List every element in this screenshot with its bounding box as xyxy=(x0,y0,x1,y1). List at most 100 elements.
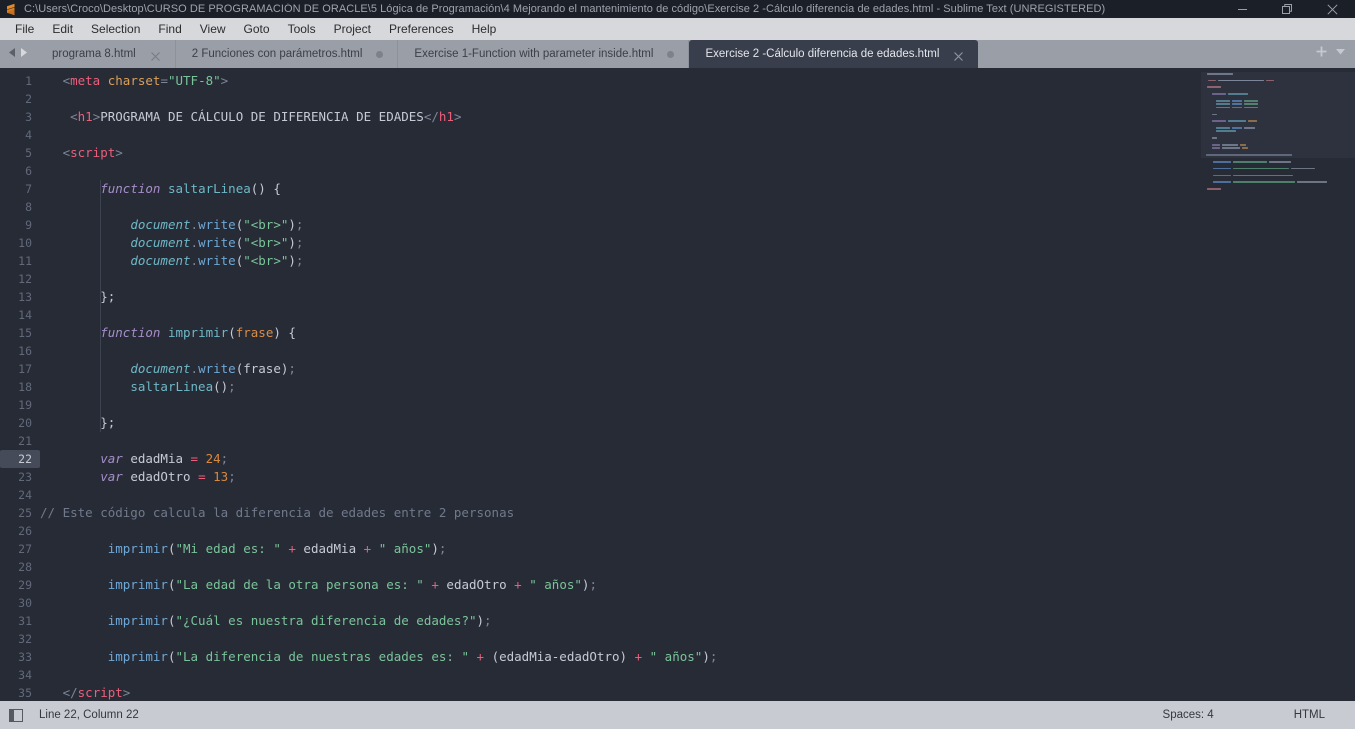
minimize-icon[interactable] xyxy=(1220,0,1265,18)
code-line[interactable]: <h1>PROGRAMA DE CÁLCULO DE DIFERENCIA DE… xyxy=(40,108,1200,126)
code-line[interactable]: var edadMia = 24; xyxy=(40,450,1200,468)
tab-0[interactable]: programa 8.html xyxy=(36,40,176,68)
line-number: 8 xyxy=(25,200,32,214)
code-line[interactable]: function saltarLinea() { xyxy=(40,180,1200,198)
menu-item-find[interactable]: Find xyxy=(149,19,190,39)
code-line[interactable]: imprimir("¿Cuál es nuestra diferencia de… xyxy=(40,612,1200,630)
minimap-token xyxy=(1206,86,1221,89)
cursor-position: Line 22, Column 22 xyxy=(39,709,139,721)
minimap-token xyxy=(1247,120,1257,122)
code-line[interactable] xyxy=(40,594,1200,612)
line-number: 15 xyxy=(18,326,32,340)
line-number: 16 xyxy=(18,344,32,358)
menu-item-project[interactable]: Project xyxy=(325,19,380,39)
minimap-token xyxy=(1216,130,1237,133)
code-line[interactable] xyxy=(40,522,1200,540)
arrow-left-icon[interactable] xyxy=(8,45,17,63)
tab-1[interactable]: 2 Funciones con parámetros.html xyxy=(175,40,399,68)
minimap-token xyxy=(1232,174,1293,177)
code-line[interactable]: document.write(frase); xyxy=(40,360,1200,378)
minimap-token xyxy=(1211,147,1220,150)
minimap-token xyxy=(1211,144,1220,146)
menu-item-tools[interactable]: Tools xyxy=(279,19,325,39)
code-line[interactable] xyxy=(40,558,1200,576)
code-line[interactable] xyxy=(40,630,1200,648)
syntax-mode[interactable]: HTML xyxy=(1294,709,1325,721)
close-icon[interactable] xyxy=(1310,0,1355,18)
code-line[interactable]: function imprimir(frase) { xyxy=(40,324,1200,342)
code-line[interactable] xyxy=(40,486,1200,504)
menu-item-preferences[interactable]: Preferences xyxy=(380,19,463,39)
code-line[interactable]: imprimir("Mi edad es: " + edadMia + " añ… xyxy=(40,540,1200,558)
line-number: 28 xyxy=(18,560,32,574)
code-line[interactable]: <script> xyxy=(40,144,1200,162)
line-number: 13 xyxy=(18,290,32,304)
code-line[interactable] xyxy=(40,342,1200,360)
restore-icon[interactable] xyxy=(1265,0,1310,18)
code-line[interactable] xyxy=(40,396,1200,414)
arrow-right-icon[interactable] xyxy=(19,45,28,63)
menu-item-view[interactable]: View xyxy=(191,19,235,39)
code-line[interactable] xyxy=(40,432,1200,450)
tab-bar-actions xyxy=(1315,40,1355,68)
window-title: C:\Users\Croco\Desktop\CURSO DE PROGRAMA… xyxy=(24,3,1106,15)
code-line[interactable]: <meta charset="UTF-8"> xyxy=(40,72,1200,90)
status-bar: Line 22, Column 22 Spaces: 4 HTML xyxy=(0,701,1355,729)
line-number: 24 xyxy=(18,488,32,502)
menu-item-file[interactable]: File xyxy=(6,19,43,39)
tab-close-icon[interactable] xyxy=(953,49,964,61)
minimap-token xyxy=(1211,120,1226,122)
minimap-token xyxy=(1216,99,1231,102)
code-line[interactable] xyxy=(40,666,1200,684)
tab-nav-arrows[interactable] xyxy=(0,40,36,68)
line-number: 34 xyxy=(18,668,32,682)
line-number: 20 xyxy=(18,416,32,430)
menu-item-selection[interactable]: Selection xyxy=(82,19,149,39)
minimap-token xyxy=(1211,113,1217,116)
code-line[interactable] xyxy=(40,270,1200,288)
tab-active-3[interactable]: Exercise 2 -Cálculo diferencia de edades… xyxy=(689,40,979,68)
line-number: 32 xyxy=(18,632,32,646)
code-line[interactable]: document.write("<br>"); xyxy=(40,234,1200,252)
line-number: 21 xyxy=(18,434,32,448)
plus-icon[interactable] xyxy=(1315,45,1328,63)
line-number: 18 xyxy=(18,380,32,394)
code-line[interactable] xyxy=(40,90,1200,108)
minimap-token xyxy=(1244,103,1259,106)
code-line[interactable] xyxy=(40,162,1200,180)
code-area[interactable]: <meta charset="UTF-8"> <h1>PROGRAMA DE C… xyxy=(40,68,1200,701)
code-line[interactable]: }; xyxy=(40,288,1200,306)
minimap-token xyxy=(1212,167,1231,170)
sidebar-toggle-icon[interactable] xyxy=(9,708,23,722)
code-line[interactable] xyxy=(40,198,1200,216)
minimap-token xyxy=(1211,93,1226,95)
tab-close-icon[interactable] xyxy=(150,49,161,61)
code-line[interactable]: </script> xyxy=(40,684,1200,701)
menu-item-edit[interactable]: Edit xyxy=(43,19,82,39)
code-line[interactable]: // Este código calcula la diferencia de … xyxy=(40,504,1200,522)
minimap-token xyxy=(1216,103,1231,106)
menu-item-goto[interactable]: Goto xyxy=(235,19,279,39)
menu-item-help[interactable]: Help xyxy=(463,19,506,39)
code-line[interactable]: saltarLinea(); xyxy=(40,378,1200,396)
tab-modified-dot-icon[interactable] xyxy=(376,50,384,58)
code-line[interactable]: }; xyxy=(40,414,1200,432)
minimap-token xyxy=(1217,79,1264,82)
code-line[interactable]: imprimir("La diferencia de nuestras edad… xyxy=(40,648,1200,666)
tab-2[interactable]: Exercise 1-Function with parameter insid… xyxy=(398,40,690,68)
code-line[interactable]: var edadOtro = 13; xyxy=(40,468,1200,486)
chevron-down-icon[interactable] xyxy=(1334,45,1347,63)
line-number: 2 xyxy=(25,92,32,106)
code-line[interactable]: document.write("<br>"); xyxy=(40,252,1200,270)
code-line[interactable] xyxy=(40,126,1200,144)
code-line[interactable]: imprimir("La edad de la otra persona es:… xyxy=(40,576,1200,594)
code-line[interactable]: document.write("<br>"); xyxy=(40,216,1200,234)
indentation-setting[interactable]: Spaces: 4 xyxy=(1163,709,1214,721)
minimap-token xyxy=(1244,99,1259,102)
sublime-text-logo-icon xyxy=(5,3,18,16)
code-line[interactable] xyxy=(40,306,1200,324)
minimap[interactable] xyxy=(1200,68,1355,701)
tab-label: Exercise 2 -Cálculo diferencia de edades… xyxy=(705,48,940,60)
tab-modified-dot-icon[interactable] xyxy=(667,50,675,58)
line-number: 14 xyxy=(18,308,32,322)
